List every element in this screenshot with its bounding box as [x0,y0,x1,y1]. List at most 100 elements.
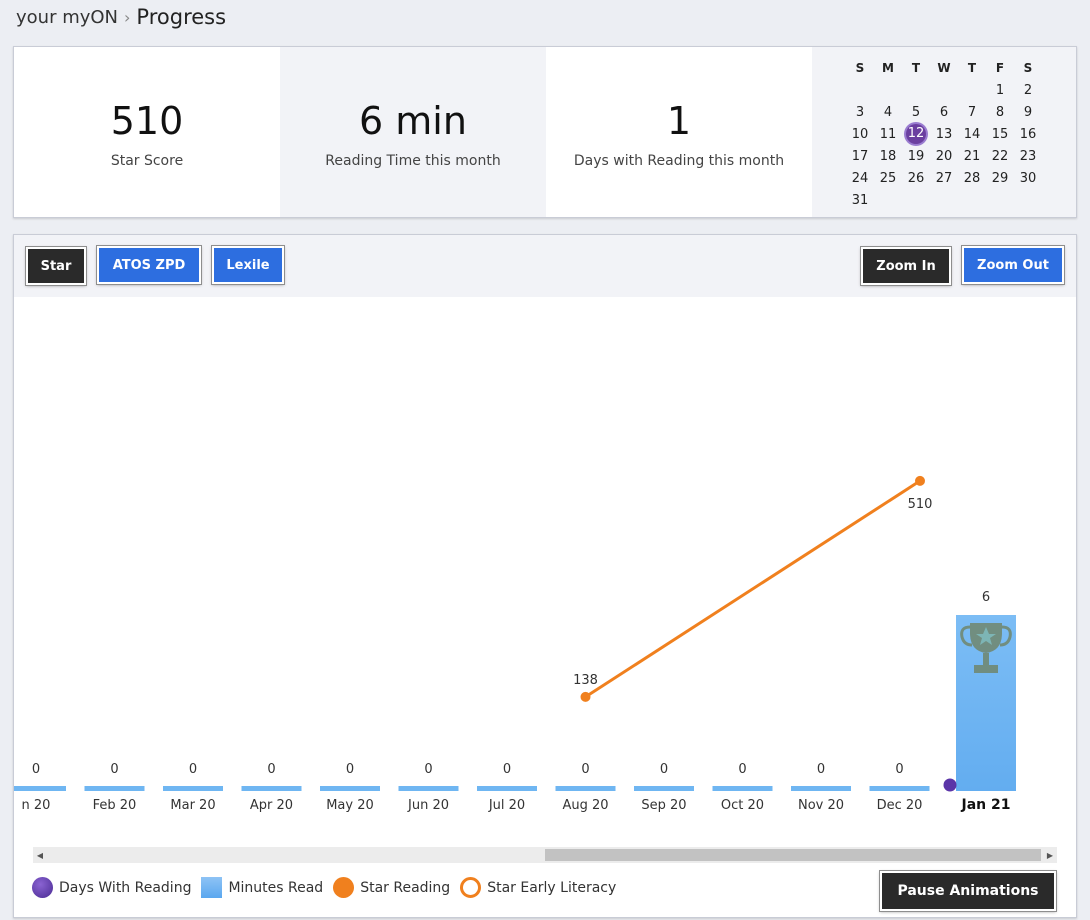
calendar-day: 17 [851,148,869,164]
blue-square-icon [201,877,223,898]
calendar-day: 9 [1023,104,1033,120]
calendar-grid: S M T W T F S 1 2 3 4 5 6 7 8 9 10 11 12 13 14 15 16 17 18 19 20 21… [846,57,1042,211]
calendar-day: 29 [991,170,1009,186]
x-tick-label: May 20 [326,798,374,813]
x-tick-label: Apr 20 [250,798,293,813]
bar-value-label: 0 [581,762,589,777]
legend-label: Minutes Read [228,879,324,896]
calendar: S M T W T F S 1 2 3 4 5 6 7 8 9 10 11 12 13 14 15 16 17 18 19 20 21… [812,47,1076,217]
calendar-day: 27 [935,170,953,186]
star-reading-label: 510 [908,497,933,512]
stat-days-reading: 1 Days with Reading this month [546,47,812,217]
x-tick-label: Feb 20 [93,798,137,813]
stat-label: Days with Reading this month [573,153,785,169]
calendar-day [958,79,986,101]
legend-star-reading: Star Reading [333,877,450,898]
scroll-left-arrow-icon[interactable]: ◀ [33,847,47,863]
stat-value: 6 min [359,99,467,143]
bar-value-label: 0 [817,762,825,777]
star-reading-point [915,475,925,486]
stat-reading-time: 6 min Reading Time this month [280,47,546,217]
calendar-day [902,79,930,101]
minutes-bar [634,786,694,791]
bar-value-label: 0 [32,762,40,777]
calendar-day: 20 [935,148,953,164]
minutes-bar [555,786,616,791]
days-with-reading-dot [943,778,957,792]
x-tick-label: Jul 20 [488,798,525,813]
calendar-day: 26 [907,170,925,186]
calendar-day-header: F [995,61,1005,75]
calendar-day: 1 [995,82,1005,98]
minutes-bar [84,786,145,791]
calendar-day: 14 [963,126,981,142]
calendar-day [930,189,958,211]
pause-animations-button[interactable]: Pause Animations [880,871,1056,911]
legend-label: Star Early Literacy [487,879,617,896]
calendar-day: 5 [911,104,921,120]
stat-label: Star Score [110,153,184,169]
x-tick-label: Mar 20 [170,798,215,813]
calendar-day: 19 [907,148,925,164]
x-tick-label: Aug 20 [562,798,608,813]
minutes-bar [6,786,66,791]
chart-canvas: 0 n 20 0 Feb 20 0 Mar 20 0 Apr 20 0 May 20 0 Jun 20… [6,475,1016,813]
x-tick-label: Oct 20 [721,798,764,813]
scroll-thumb[interactable] [545,849,1041,861]
calendar-day: 8 [995,104,1005,120]
minutes-bar [477,786,537,791]
calendar-day: 30 [1019,170,1037,186]
calendar-day: 28 [963,170,981,186]
atos-zpd-button[interactable]: ATOS ZPD [97,246,201,284]
calendar-day: 2 [1023,82,1033,98]
calendar-day: 22 [991,148,1009,164]
scroll-right-arrow-icon[interactable]: ▶ [1043,847,1057,863]
calendar-day: 24 [851,170,869,186]
calendar-day: 7 [967,104,977,120]
x-tick-label: Nov 20 [798,798,844,813]
calendar-day: 4 [883,104,893,120]
x-tick-label: n 20 [22,798,51,813]
calendar-day: 10 [851,126,869,142]
legend-minutes-read: Minutes Read [201,877,323,898]
calendar-day: 6 [939,104,949,120]
orange-ring-icon [460,877,482,898]
calendar-day-header: S [855,61,865,75]
calendar-day [846,79,874,101]
chart-legend: Days With Reading Minutes Read Star Read… [32,877,626,898]
legend-label: Star Reading [360,879,451,896]
minutes-bar [163,786,223,791]
orange-dot-icon [333,877,355,898]
calendar-day-header: S [1023,61,1033,75]
bar-value-label: 0 [738,762,746,777]
bar-value-label: 0 [660,762,668,777]
stat-value: 1 [666,99,692,143]
bar-value-label: 0 [346,762,354,777]
zoom-in-button[interactable]: Zoom In [861,247,951,285]
bar-value-label: 0 [424,762,432,777]
progress-chart: 0 n 20 0 Feb 20 0 Mar 20 0 Apr 20 0 May 20 0 Jun 20… [6,297,1076,845]
minutes-bar [398,786,459,791]
breadcrumb-home[interactable]: your myON [16,7,118,28]
star-button[interactable]: Star [26,247,86,285]
calendar-day: 31 [851,192,869,208]
progress-chart-panel: Star ATOS ZPD Lexile Zoom In Zoom Out 0 n… [6,234,1077,918]
bar-value-label: 0 [110,762,118,777]
minutes-bar [869,786,930,791]
calendar-day: 15 [991,126,1009,142]
chevron-right-icon: › [124,7,131,27]
star-reading-line [584,479,921,699]
calendar-day [930,79,958,101]
calendar-day [874,189,902,211]
legend-star-early-literacy: Star Early Literacy [460,877,616,898]
minutes-bar [241,786,302,791]
zoom-out-button[interactable]: Zoom Out [962,246,1064,284]
calendar-day: 13 [935,126,953,142]
calendar-day [986,189,1014,211]
x-tick-label: Sep 20 [641,798,686,813]
stat-label: Reading Time this month [325,153,501,169]
calendar-day: 3 [855,104,865,120]
breadcrumb: your myON › Progress [16,3,226,31]
chart-scrollbar[interactable]: ◀ ▶ [33,847,1057,863]
lexile-button[interactable]: Lexile [212,246,284,284]
